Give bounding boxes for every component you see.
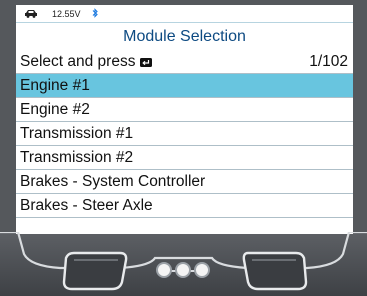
right-function-button[interactable] xyxy=(240,250,310,292)
module-item-label: Transmission #1 xyxy=(20,125,134,142)
car-icon xyxy=(25,10,37,18)
device-screen: 12.55V Module Selection Select and press… xyxy=(16,5,353,234)
module-item-engine-2[interactable]: Engine #2 xyxy=(16,98,353,122)
module-item-label: Transmission #2 xyxy=(20,149,134,166)
module-item-engine-1[interactable]: Engine #1 xyxy=(16,74,353,98)
module-item-label: Engine #2 xyxy=(20,101,90,118)
status-bar: 12.55V xyxy=(16,5,353,23)
module-item-transmission-2[interactable]: Transmission #2 xyxy=(16,146,353,170)
module-item-brakes-steer-axle[interactable]: Brakes - Steer Axle xyxy=(16,194,353,218)
enter-key-icon xyxy=(140,58,153,67)
bluetooth-icon xyxy=(92,8,98,18)
battery-voltage: 12.55V xyxy=(52,9,81,19)
center-button-right[interactable] xyxy=(194,262,210,278)
center-button-left[interactable] xyxy=(156,262,172,278)
screen-title: Module Selection xyxy=(123,28,246,45)
module-item-label: Engine #1 xyxy=(20,77,90,94)
prompt-row: Select and press 1/102 xyxy=(16,50,353,74)
module-item-label: Brakes - System Controller xyxy=(20,173,206,190)
prompt-text: Select and press xyxy=(20,50,153,73)
center-button-middle[interactable] xyxy=(175,262,191,278)
left-function-button[interactable] xyxy=(60,250,130,292)
module-item-transmission-1[interactable]: Transmission #1 xyxy=(16,122,353,146)
module-item-label: Brakes - Steer Axle xyxy=(20,197,153,214)
hardware-controls xyxy=(0,232,367,296)
module-item-brakes-system-controller[interactable]: Brakes - System Controller xyxy=(16,170,353,194)
page-indicator: 1/102 xyxy=(309,53,348,70)
